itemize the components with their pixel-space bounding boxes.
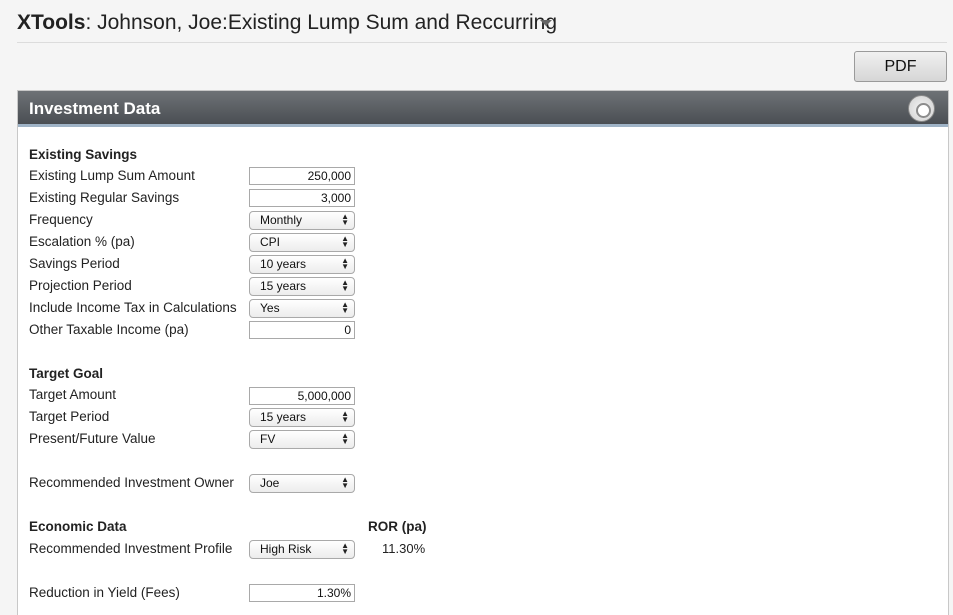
projection-period-label: Projection Period — [29, 278, 132, 293]
existing-savings-heading: Existing Savings — [29, 147, 138, 162]
other-income-label: Other Taxable Income (pa) — [29, 322, 189, 337]
savings-period-select[interactable]: 10 years ▲ ▼ — [249, 255, 355, 274]
investment-owner-label: Recommended Investment Owner — [29, 475, 234, 490]
fees-label: Reduction in Yield (Fees) — [29, 585, 180, 600]
select-arrows-icon: ▲ ▼ — [341, 300, 349, 315]
target-period-select[interactable]: 15 years ▲ ▼ — [249, 408, 355, 427]
target-period-value: 15 years — [260, 410, 307, 424]
frequency-value: Monthly — [260, 213, 303, 227]
investment-profile-value: High Risk — [260, 542, 312, 556]
select-arrows-icon: ▲ ▼ — [341, 278, 349, 293]
fees-input[interactable]: 1.30% — [249, 584, 355, 602]
projection-period-value: 15 years — [260, 279, 307, 293]
lump-sum-input[interactable]: 250,000 — [249, 167, 355, 185]
select-arrows-icon: ▲ ▼ — [341, 431, 349, 446]
pv-fv-value: FV — [260, 432, 276, 446]
panel-title: Investment Data — [29, 99, 161, 118]
target-period-label: Target Period — [29, 409, 110, 424]
ror-value: 11.30% — [382, 541, 426, 556]
select-arrows-icon: ▲ ▼ — [341, 212, 349, 227]
select-arrows-icon: ▲ ▼ — [341, 409, 349, 424]
escalation-value: CPI — [260, 235, 281, 249]
regular-savings-label: Existing Regular Savings — [29, 190, 180, 205]
panel-header: Investment Data — [18, 91, 948, 127]
escalation-select[interactable]: CPI ▲ ▼ — [249, 233, 355, 252]
investment-profile-label: Recommended Investment Profile — [29, 541, 233, 556]
investment-profile-select[interactable]: High Risk ▲ ▼ — [249, 540, 355, 559]
chevron-down-icon[interactable] — [540, 20, 552, 26]
income-tax-value: Yes — [260, 301, 280, 315]
income-tax-select[interactable]: Yes ▲ ▼ — [249, 299, 355, 318]
target-amount-label: Target Amount — [29, 387, 117, 402]
investment-owner-select[interactable]: Joe ▲ ▼ — [249, 474, 355, 493]
pv-fv-label: Present/Future Value — [29, 431, 156, 446]
escalation-label: Escalation % (pa) — [29, 234, 135, 249]
projection-period-select[interactable]: 15 years ▲ ▼ — [249, 277, 355, 296]
target-amount-input[interactable]: 5,000,000 — [249, 387, 355, 405]
ror-heading: ROR (pa) — [368, 519, 427, 534]
income-tax-label: Include Income Tax in Calculations — [29, 300, 237, 315]
client-scenario-title: : Johnson, Joe:Existing Lump Sum and Rec… — [85, 11, 558, 34]
brand-name: XTools — [17, 11, 86, 34]
divider — [17, 42, 947, 43]
savings-period-label: Savings Period — [29, 256, 120, 271]
select-arrows-icon: ▲ ▼ — [341, 256, 349, 271]
economic-data-heading: Economic Data — [29, 519, 127, 534]
select-arrows-icon: ▲ ▼ — [341, 234, 349, 249]
regular-savings-input[interactable]: 3,000 — [249, 189, 355, 207]
savings-period-value: 10 years — [260, 257, 307, 271]
lump-sum-label: Existing Lump Sum Amount — [29, 168, 195, 183]
investment-data-panel: Investment Data Existing Savings Existin… — [17, 90, 949, 615]
pdf-button[interactable]: PDF — [854, 51, 947, 82]
pv-fv-select[interactable]: FV ▲ ▼ — [249, 430, 355, 449]
frequency-label: Frequency — [29, 212, 93, 227]
select-arrows-icon: ▲ ▼ — [341, 475, 349, 490]
select-arrows-icon: ▲ ▼ — [341, 541, 349, 556]
frequency-select[interactable]: Monthly ▲ ▼ — [249, 211, 355, 230]
other-income-input[interactable]: 0 — [249, 321, 355, 339]
gear-icon[interactable] — [908, 95, 935, 122]
investment-owner-value: Joe — [260, 476, 280, 490]
title-bar: XTools: Johnson, Joe:Existing Lump Sum a… — [0, 0, 953, 46]
target-goal-heading: Target Goal — [29, 366, 104, 381]
page-title[interactable]: XTools: Johnson, Joe:Existing Lump Sum a… — [17, 11, 557, 35]
